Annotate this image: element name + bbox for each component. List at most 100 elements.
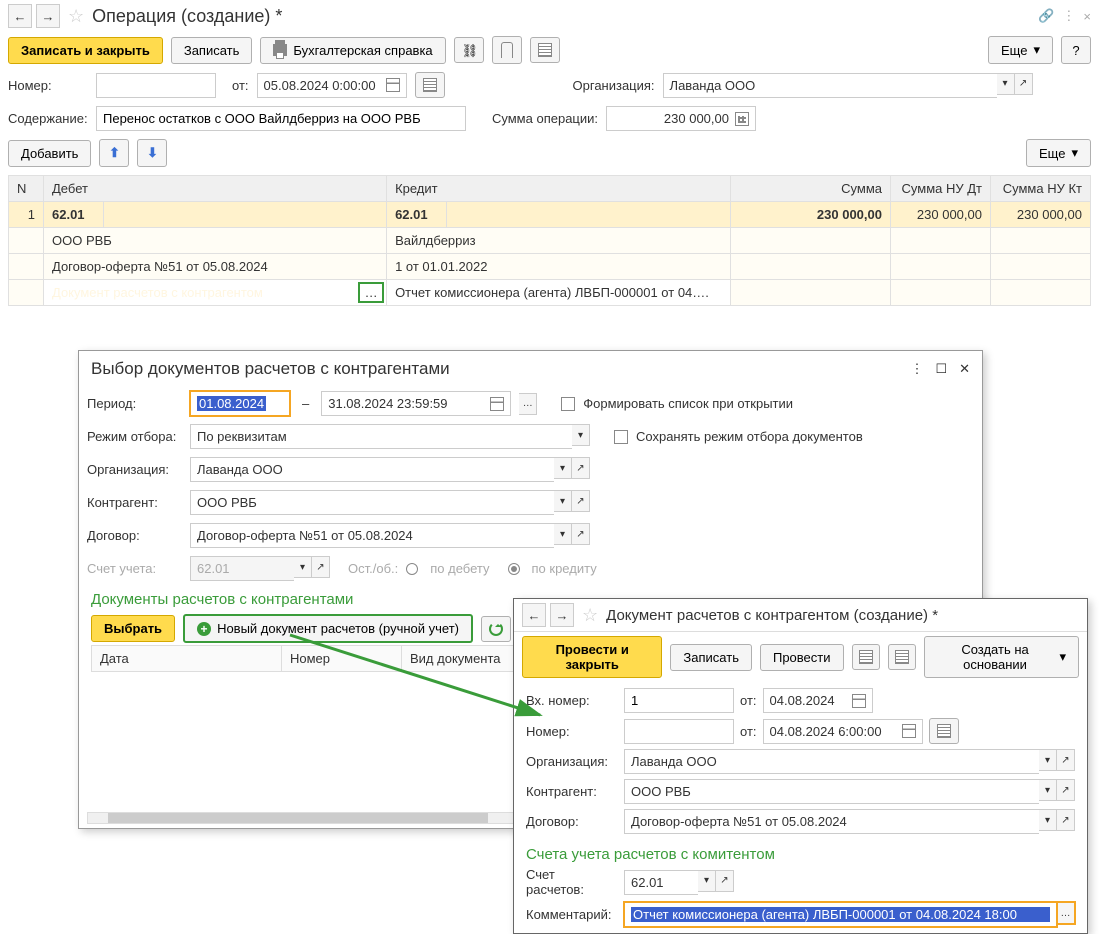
- star-icon[interactable]: ☆: [68, 6, 84, 27]
- dlg-kontr-input[interactable]: ООО РВБ: [190, 490, 554, 515]
- m2-list1-button[interactable]: [852, 644, 880, 670]
- m2-save-button[interactable]: Записать: [670, 644, 752, 671]
- table-row[interactable]: Документ расчетов с контрагентом … Отчет…: [9, 280, 1091, 306]
- m2-dog-input[interactable]: Договор-оферта №51 от 05.08.2024: [624, 809, 1039, 834]
- new-doc-button[interactable]: + Новый документ расчетов (ручной учет): [183, 614, 473, 643]
- m2-acc-dropdown[interactable]: ▾: [698, 870, 716, 892]
- save-button[interactable]: Записать: [171, 37, 253, 64]
- dialog-close-icon[interactable]: ✕: [959, 361, 970, 377]
- m2-star-icon[interactable]: ☆: [582, 605, 598, 626]
- m2-post-button[interactable]: Провести: [760, 644, 844, 671]
- mode-input[interactable]: По реквизитам: [190, 424, 572, 449]
- date-from-input[interactable]: 01.08.2024: [190, 391, 290, 416]
- calendar-icon[interactable]: [490, 397, 504, 411]
- m2-create-base-button[interactable]: Создать на основании ▾: [924, 636, 1079, 678]
- help-button[interactable]: ?: [1061, 36, 1091, 64]
- grid-more-button[interactable]: Еще ▾: [1026, 139, 1091, 167]
- col-n: N: [9, 176, 44, 202]
- move-down-button[interactable]: ⬇: [137, 139, 167, 167]
- forward-button[interactable]: →: [36, 4, 60, 28]
- m2-numdate-input[interactable]: 04.08.2024 6:00:00: [763, 719, 923, 744]
- move-up-button[interactable]: ⬆: [99, 139, 129, 167]
- save-close-button[interactable]: Записать и закрыть: [8, 37, 163, 64]
- date-to-input[interactable]: 31.08.2024 23:59:59: [321, 391, 511, 416]
- content-input[interactable]: [96, 106, 466, 131]
- paperclip-icon: [501, 42, 513, 58]
- link-icon[interactable]: 🔗: [1038, 8, 1054, 24]
- close-icon[interactable]: ×: [1083, 9, 1091, 24]
- main-window: ← → ☆ Операция (создание) * 🔗 ⋮ × Записа…: [0, 0, 1099, 306]
- table-row[interactable]: Договор-оферта №51 от 05.08.2024 1 от 01…: [9, 254, 1091, 280]
- dlg-dog-input[interactable]: Договор-оферта №51 от 05.08.2024: [190, 523, 554, 548]
- m2-title: Документ расчетов с контрагентом (создан…: [606, 607, 938, 624]
- back-button[interactable]: ←: [8, 4, 32, 28]
- col-credit: Кредит: [387, 176, 731, 202]
- list-icon: [937, 724, 951, 738]
- m2-kontr-input[interactable]: ООО РВБ: [624, 779, 1039, 804]
- menu-icon[interactable]: ⋮: [1062, 8, 1075, 24]
- dialog-menu-icon[interactable]: ⋮: [910, 361, 923, 377]
- m2-org-open[interactable]: ↗: [1057, 749, 1075, 771]
- m2-back-button[interactable]: ←: [522, 603, 546, 627]
- m2-list2-button[interactable]: [888, 644, 916, 670]
- m2-kontr-open[interactable]: ↗: [1057, 779, 1075, 801]
- m2-forward-button[interactable]: →: [550, 603, 574, 627]
- m2-num-label: Номер:: [526, 724, 616, 739]
- dlg-dog-open[interactable]: ↗: [572, 523, 590, 545]
- list-button[interactable]: [530, 37, 560, 63]
- org-dropdown-button[interactable]: ▾: [997, 73, 1015, 95]
- date-input[interactable]: 05.08.2024 0:00:00: [257, 73, 407, 98]
- more-button[interactable]: Еще ▾: [988, 36, 1053, 64]
- scrollbar-thumb[interactable]: [108, 813, 488, 823]
- m2-indate-input[interactable]: 04.08.2024: [763, 688, 873, 713]
- m2-comment-input[interactable]: Отчет комиссионера (агента) ЛВБП-000001 …: [624, 902, 1057, 927]
- number-input[interactable]: [96, 73, 216, 98]
- sum-input[interactable]: 230 000,00: [606, 106, 756, 131]
- m2-comment-ellipsis[interactable]: …: [1057, 902, 1075, 924]
- m2-acc-input[interactable]: 62.01: [624, 870, 698, 895]
- mode-dropdown-button[interactable]: ▾: [572, 424, 590, 446]
- m2-org-dropdown[interactable]: ▾: [1039, 749, 1057, 771]
- calendar-icon[interactable]: [852, 694, 866, 708]
- dlg-dog-dropdown[interactable]: ▾: [554, 523, 572, 545]
- m2-dog-dropdown[interactable]: ▾: [1039, 809, 1057, 831]
- org-label: Организация:: [573, 78, 655, 93]
- m2-kontr-dropdown[interactable]: ▾: [1039, 779, 1057, 801]
- dlg-acc-label: Счет учета:: [87, 561, 182, 576]
- grid-toolbar: Добавить ⬆ ⬇ Еще ▾: [0, 135, 1099, 171]
- m2-list-button[interactable]: [929, 718, 959, 744]
- dlg-org-dropdown[interactable]: ▾: [554, 457, 572, 479]
- m2-org-input[interactable]: Лаванда ООО: [624, 749, 1039, 774]
- org-input[interactable]: Лаванда ООО: [663, 73, 997, 98]
- table-row[interactable]: ООО РВБ Вайлдберриз: [9, 228, 1091, 254]
- add-button[interactable]: Добавить: [8, 140, 91, 167]
- m2-post-close-button[interactable]: Провести и закрыть: [522, 636, 662, 678]
- refresh-button[interactable]: [481, 616, 511, 642]
- period-ellipsis[interactable]: …: [519, 393, 537, 415]
- dialog-maximize-icon[interactable]: ☐: [935, 361, 947, 377]
- org-open-button[interactable]: ↗: [1015, 73, 1033, 95]
- keep-mode-checkbox[interactable]: [614, 430, 628, 444]
- m2-kontr-label: Контрагент:: [526, 784, 616, 799]
- attach-button[interactable]: [492, 36, 522, 64]
- calculator-icon[interactable]: [735, 112, 749, 126]
- dlg-org-open[interactable]: ↗: [572, 457, 590, 479]
- ellipsis-button[interactable]: …: [358, 282, 384, 303]
- m2-dog-open[interactable]: ↗: [1057, 809, 1075, 831]
- m2-num-input[interactable]: [624, 719, 734, 744]
- calendar-icon[interactable]: [386, 78, 400, 92]
- m2-acc-open[interactable]: ↗: [716, 870, 734, 892]
- table-row[interactable]: 1 62.01 62.01 230 000,00 230 000,00 230 …: [9, 202, 1091, 228]
- calendar-icon[interactable]: [902, 724, 916, 738]
- dlg-acc-dropdown: ▾: [294, 556, 312, 578]
- m2-innum-input[interactable]: [624, 688, 734, 713]
- tree-button[interactable]: ⛓: [454, 37, 484, 63]
- form-list-checkbox[interactable]: [561, 397, 575, 411]
- dlg-kontr-open[interactable]: ↗: [572, 490, 590, 512]
- print-ref-button[interactable]: Бухгалтерская справка: [260, 37, 445, 64]
- dlg-org-input[interactable]: Лаванда ООО: [190, 457, 554, 482]
- dlg-kontr-label: Контрагент:: [87, 495, 182, 510]
- select-button[interactable]: Выбрать: [91, 615, 175, 642]
- dlg-kontr-dropdown[interactable]: ▾: [554, 490, 572, 512]
- date-list-button[interactable]: [415, 72, 445, 98]
